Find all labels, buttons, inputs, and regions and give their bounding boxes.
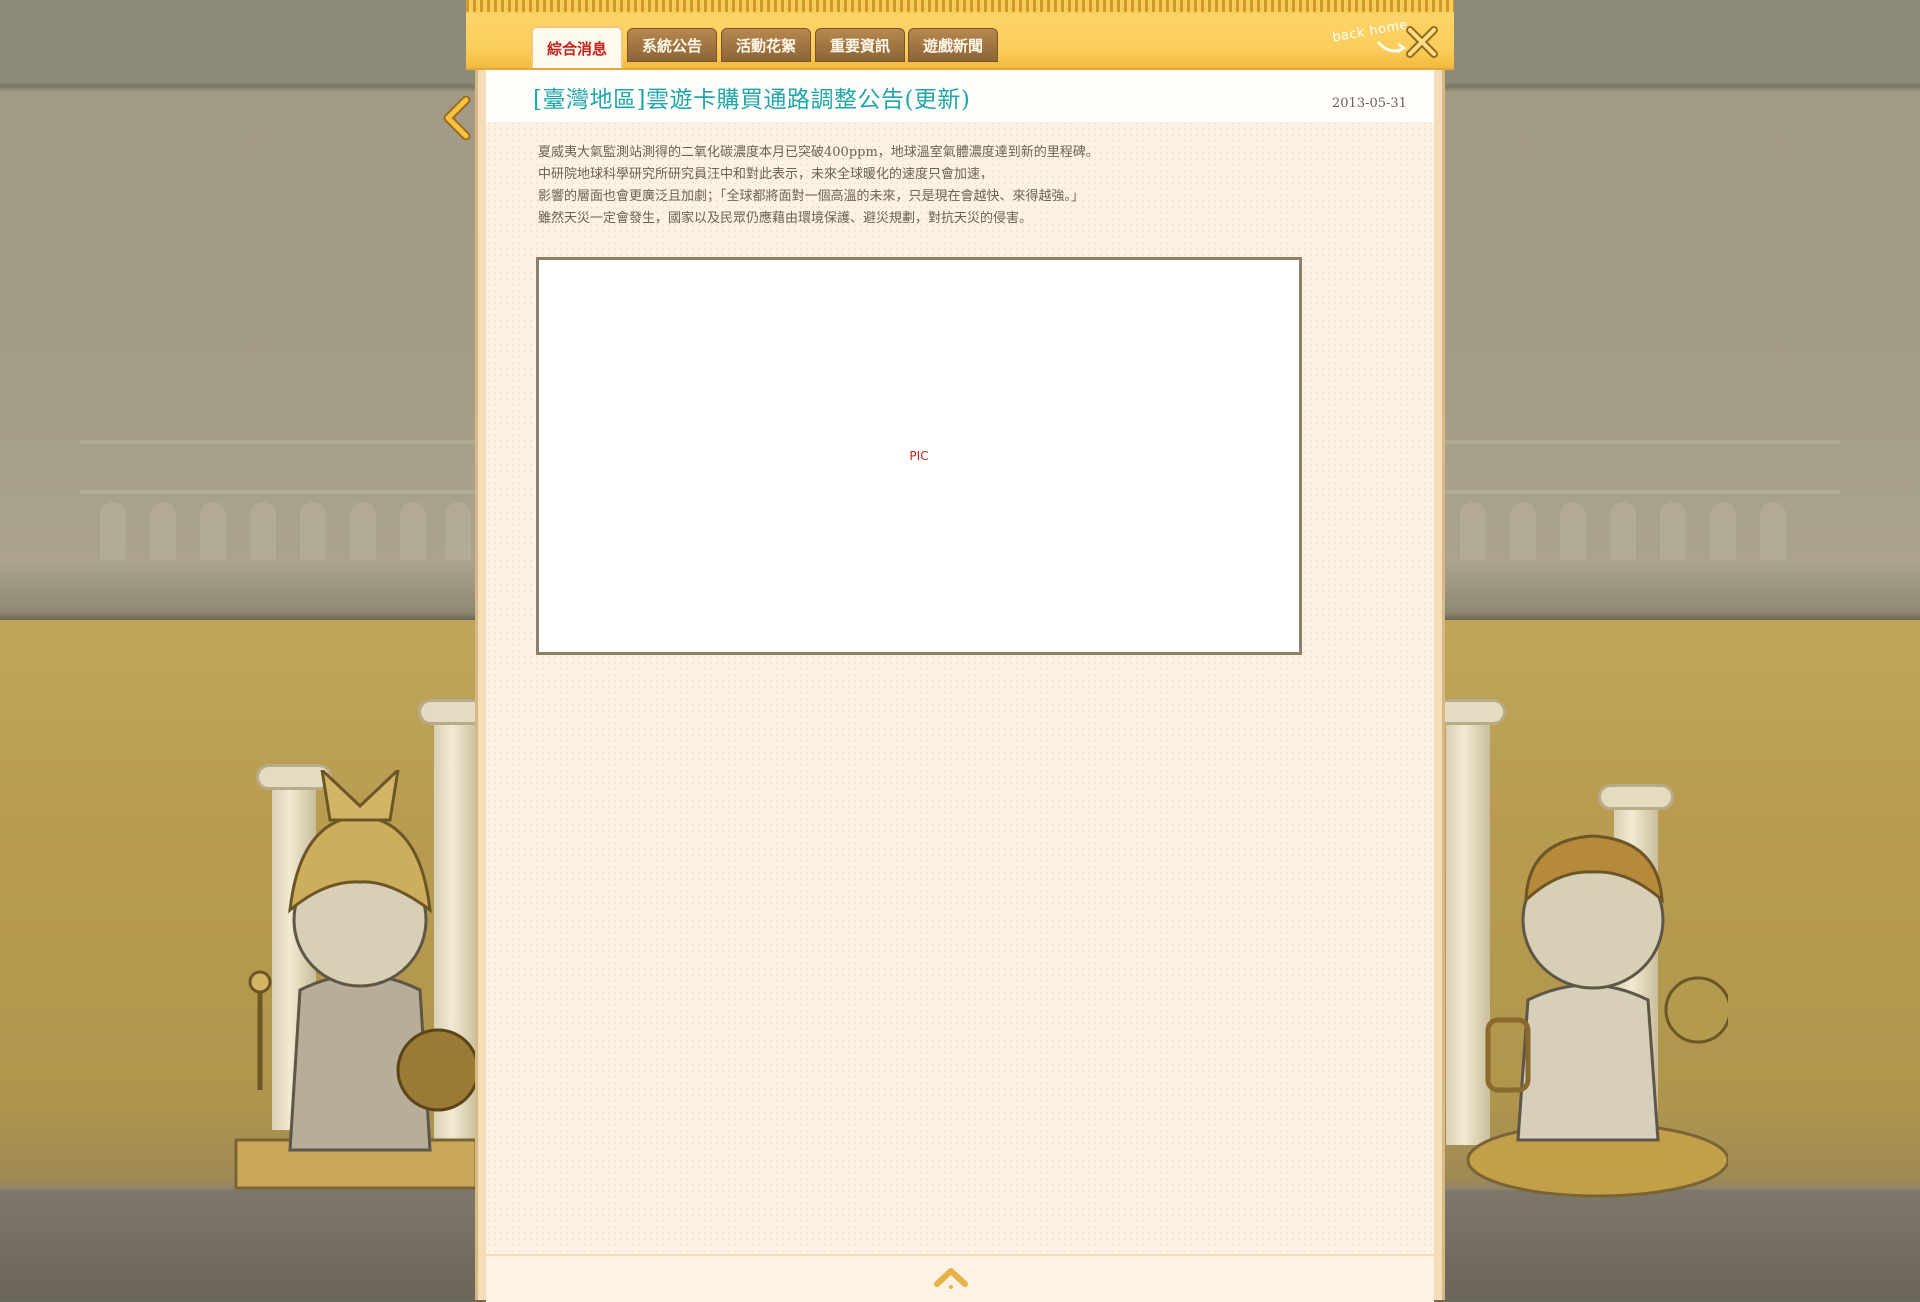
article-paragraph: 夏威夷大氣監測站測得的二氧化碳濃度本月已突破400ppm，地球溫室氣體濃度達到新…	[538, 145, 1099, 160]
tab-important-info[interactable]: 重要資訊	[815, 28, 905, 62]
chevron-left-icon[interactable]	[442, 96, 472, 140]
tab-system-announcements[interactable]: 系統公告	[627, 28, 717, 62]
article-body: 夏威夷大氣監測站測得的二氧化碳濃度本月已突破400ppm，地球溫室氣體濃度達到新…	[538, 142, 1178, 230]
article-paragraph: 雖然天災一定會發生，國家以及民眾仍應藉由環境保護、避災規劃，對抗天災的侵害。	[538, 211, 1033, 226]
article-image-placeholder: PIC	[536, 257, 1302, 655]
header-zigzag-border	[466, 0, 1454, 12]
goddess-statue-illustration	[234, 770, 480, 1190]
colosseum-right-illustration	[1440, 420, 1840, 570]
article-date: 2013-05-31	[1332, 96, 1407, 111]
tab-event-highlights[interactable]: 活動花絮	[721, 28, 811, 62]
apollo-statue-illustration	[1466, 834, 1728, 1198]
chevron-up-icon[interactable]	[934, 1266, 968, 1290]
article-paragraph: 中研院地球科學研究所研究員汪中和對此表示，未來全球暖化的速度只會加速，	[538, 167, 994, 182]
tab-game-news[interactable]: 遊戲新聞	[908, 28, 998, 62]
back-home-link[interactable]: back home	[1330, 17, 1410, 56]
back-home-arrow-icon	[1377, 41, 1406, 54]
tab-general-news[interactable]: 綜合消息	[531, 26, 623, 68]
article-paragraph: 影響的層面也會更廣泛且加劇；「全球都將面對一個高溫的未來，只是現在會越快、來得越…	[538, 189, 1085, 204]
close-x-icon[interactable]	[1404, 24, 1440, 60]
image-placeholder-label: PIC	[909, 449, 929, 463]
colosseum-left-illustration	[80, 420, 480, 570]
article-title: [臺灣地區]雲遊卡購買通路調整公告(更新)	[533, 87, 971, 113]
